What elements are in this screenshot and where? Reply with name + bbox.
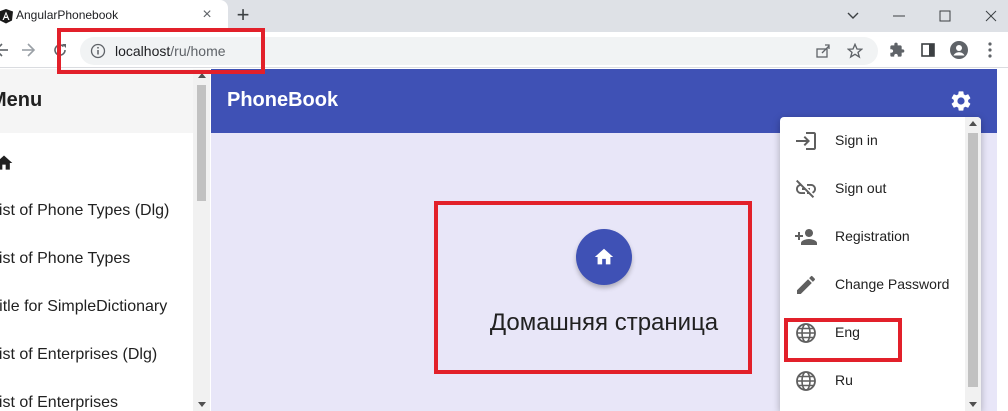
reload-icon[interactable] [48,38,72,62]
page-title: Домашняя страница [489,309,719,336]
menu-item-ru[interactable]: Ru [780,357,965,405]
share-icon[interactable] [814,42,832,60]
link-off-icon [796,179,816,199]
side-nav-scrollbar[interactable] [193,69,210,411]
menu-item-sign-out[interactable]: Sign out [780,165,965,213]
globe-icon [796,371,816,391]
address-bar[interactable]: localhost/ru/home [80,37,878,65]
forward-icon[interactable] [16,38,40,62]
bookmark-star-icon[interactable] [846,42,864,60]
menu-title: Menu [0,89,43,111]
nav-item[interactable]: List of Enterprises (Dlg) [0,346,157,364]
maximize-icon[interactable] [922,0,968,32]
browser-toolbar: localhost/ru/home [0,32,1008,68]
settings-menu: Sign in Sign out Registration Change Pas… [780,117,981,411]
more-options-icon[interactable] [981,41,999,59]
tab-close-icon[interactable]: × [198,6,216,24]
close-window-icon[interactable] [968,0,1008,32]
scrollbar-thumb[interactable] [197,85,206,201]
side-panel-icon[interactable] [919,41,937,59]
person-add-icon [795,229,817,245]
nav-item[interactable]: List of Phone Types (Dlg) [0,202,169,220]
page-scrollbar[interactable] [997,69,1008,411]
scroll-down-arrow-icon[interactable] [969,402,977,407]
menu-scrollbar[interactable] [965,117,981,411]
nav-item[interactable]: Title for SimpleDictionary [0,298,167,316]
minimize-icon[interactable] [876,0,922,32]
home-button[interactable] [576,229,632,285]
extensions-icon[interactable] [888,41,906,59]
side-nav-header: Menu [0,69,193,133]
globe-icon [796,323,816,343]
angular-logo-icon [0,9,13,24]
site-info-icon[interactable] [90,43,106,59]
home-icon [594,248,614,265]
tab-title: AngularPhonebook [16,8,119,22]
scroll-up-arrow-icon[interactable] [969,121,977,126]
app-brand[interactable]: PhoneBook [227,89,338,112]
browser-window: AngularPhonebook × + localhost/ru/home e… [0,0,1008,411]
login-icon [796,132,816,150]
menu-item-registration[interactable]: Registration [780,213,965,261]
nav-item[interactable]: List of Enterprises [0,394,118,411]
home-nav-icon[interactable] [0,153,14,173]
new-tab-button[interactable]: + [232,4,254,26]
tab-strip: AngularPhonebook × + [0,0,1008,32]
edit-icon [797,275,816,294]
url-text[interactable]: localhost/ru/home [115,43,226,59]
scroll-down-arrow-icon[interactable] [198,402,206,407]
menu-item-eng[interactable]: Eng [780,309,965,357]
menu-item-change-password[interactable]: Change Password [780,261,965,309]
browser-tab[interactable]: AngularPhonebook × [0,0,228,32]
side-nav: Menu List of Phone Types (Dlg) List of P… [0,69,210,411]
scroll-up-arrow-icon[interactable] [198,73,206,78]
menu-item-sign-in[interactable]: Sign in [780,117,965,165]
scrollbar-thumb[interactable] [968,133,978,387]
nav-item[interactable]: List of Phone Types [0,250,130,268]
tab-search-icon[interactable] [830,0,876,32]
web-page: Menu List of Phone Types (Dlg) List of P… [0,69,1008,411]
back-icon[interactable] [0,38,14,62]
profile-avatar-icon[interactable] [950,41,968,59]
gear-icon[interactable] [949,89,973,113]
